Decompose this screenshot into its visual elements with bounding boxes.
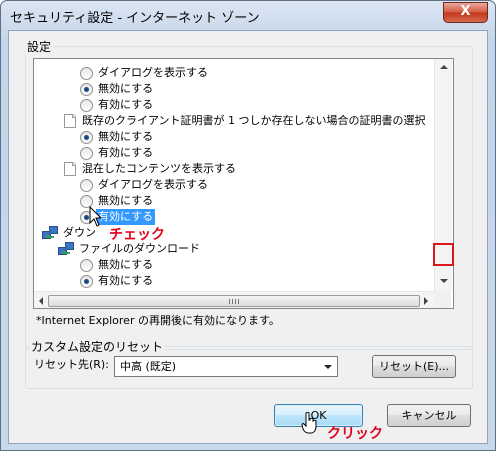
row-label: ダイアログを表示する (98, 178, 208, 191)
reset-to-label: リセット先(R): (34, 358, 109, 371)
document-icon (64, 114, 76, 128)
title-bar[interactable]: セキュリティ設定 - インターネット ゾーン X (1, 1, 495, 31)
scroll-corner (434, 291, 451, 308)
document-icon (64, 162, 76, 176)
radio-unchecked-icon[interactable] (80, 259, 93, 272)
row-label: 無効にする (98, 194, 154, 207)
scroll-down-arrow-icon[interactable] (440, 279, 448, 283)
radio-option[interactable]: ダイアログを表示する (34, 65, 434, 81)
highlight-box (433, 243, 454, 266)
radio-option[interactable]: 有効にする (34, 273, 434, 289)
reset-level-select[interactable]: 中高 (既定) (114, 356, 338, 377)
row-label: 有効にする (98, 98, 154, 111)
hand-cursor-icon (301, 412, 317, 434)
radio-checked-icon[interactable] (80, 131, 93, 144)
scroll-up-arrow-icon[interactable] (440, 65, 448, 69)
scroll-right-arrow-icon[interactable] (424, 297, 428, 305)
radio-checked-icon[interactable] (80, 275, 93, 288)
row-label: 無効にする (98, 258, 154, 271)
close-button[interactable]: X (443, 2, 488, 23)
row-label: 既存のクライアント証明書が 1 つしか存在しない場合の証明書の選択 (82, 114, 426, 127)
reset-level-value: 中高 (既定) (120, 360, 177, 373)
horizontal-scrollbar[interactable] (34, 291, 434, 308)
setting-category[interactable]: ファイルのダウンロード (34, 241, 434, 257)
window-title: セキュリティ設定 - インターネット ゾーン (10, 11, 260, 26)
network-icon (58, 242, 74, 256)
radio-option[interactable]: ダイアログを表示する (34, 177, 434, 193)
close-icon: X (460, 4, 471, 19)
row-label: 混在したコンテンツを表示する (82, 162, 236, 175)
radio-option[interactable]: 有効にする (34, 97, 434, 113)
cancel-button[interactable]: キャンセル (387, 404, 471, 427)
radio-unchecked-icon[interactable] (80, 99, 93, 112)
scroll-left-arrow-icon[interactable] (39, 297, 43, 305)
radio-option[interactable]: 無効にする (34, 129, 434, 145)
radio-unchecked-icon[interactable] (80, 67, 93, 80)
restart-note: *Internet Explorer の再開後に有効になります。 (36, 314, 280, 327)
row-label: 無効にする (98, 130, 154, 143)
horizontal-scroll-thumb[interactable] (48, 295, 420, 307)
row-label: 有効にする (96, 209, 156, 225)
check-annotation: チェック (109, 227, 165, 243)
reset-button[interactable]: リセット(E)... (372, 355, 456, 378)
setting-category[interactable]: 既存のクライアント証明書が 1 つしか存在しない場合の証明書の選択 (34, 113, 434, 129)
dropdown-arrow-icon (324, 365, 332, 369)
row-label: 無効にする (98, 82, 154, 95)
mouse-cursor-icon (89, 206, 103, 227)
radio-unchecked-icon[interactable] (80, 179, 93, 192)
row-label: 有効にする (98, 146, 154, 159)
setting-category[interactable]: 混在したコンテンツを表示する (34, 161, 434, 177)
dialog-body: 設定 ダイアログを表示する 無効にする 有効にする 既存のクライアント証明書が 1 つ… (8, 30, 488, 444)
radio-checked-icon[interactable] (80, 83, 93, 96)
radio-option[interactable]: 無効にする (34, 257, 434, 273)
radio-unchecked-icon[interactable] (80, 147, 93, 160)
row-label: 有効にする (98, 274, 154, 287)
click-annotation: クリック (327, 426, 383, 442)
settings-listbox[interactable]: ダイアログを表示する 無効にする 有効にする 既存のクライアント証明書が 1 つしか存… (33, 58, 454, 309)
settings-group-label: 設定 (25, 38, 54, 55)
reset-group-label: カスタム設定のリセット (29, 338, 166, 355)
network-icon (42, 226, 58, 240)
radio-option[interactable]: 無効にする (34, 81, 434, 97)
security-settings-window: セキュリティ設定 - インターネット ゾーン X 設定 ダイアログを表示する 無効… (0, 0, 496, 451)
radio-option[interactable]: 有効にする (34, 145, 434, 161)
row-label: ダイアログを表示する (98, 66, 208, 79)
